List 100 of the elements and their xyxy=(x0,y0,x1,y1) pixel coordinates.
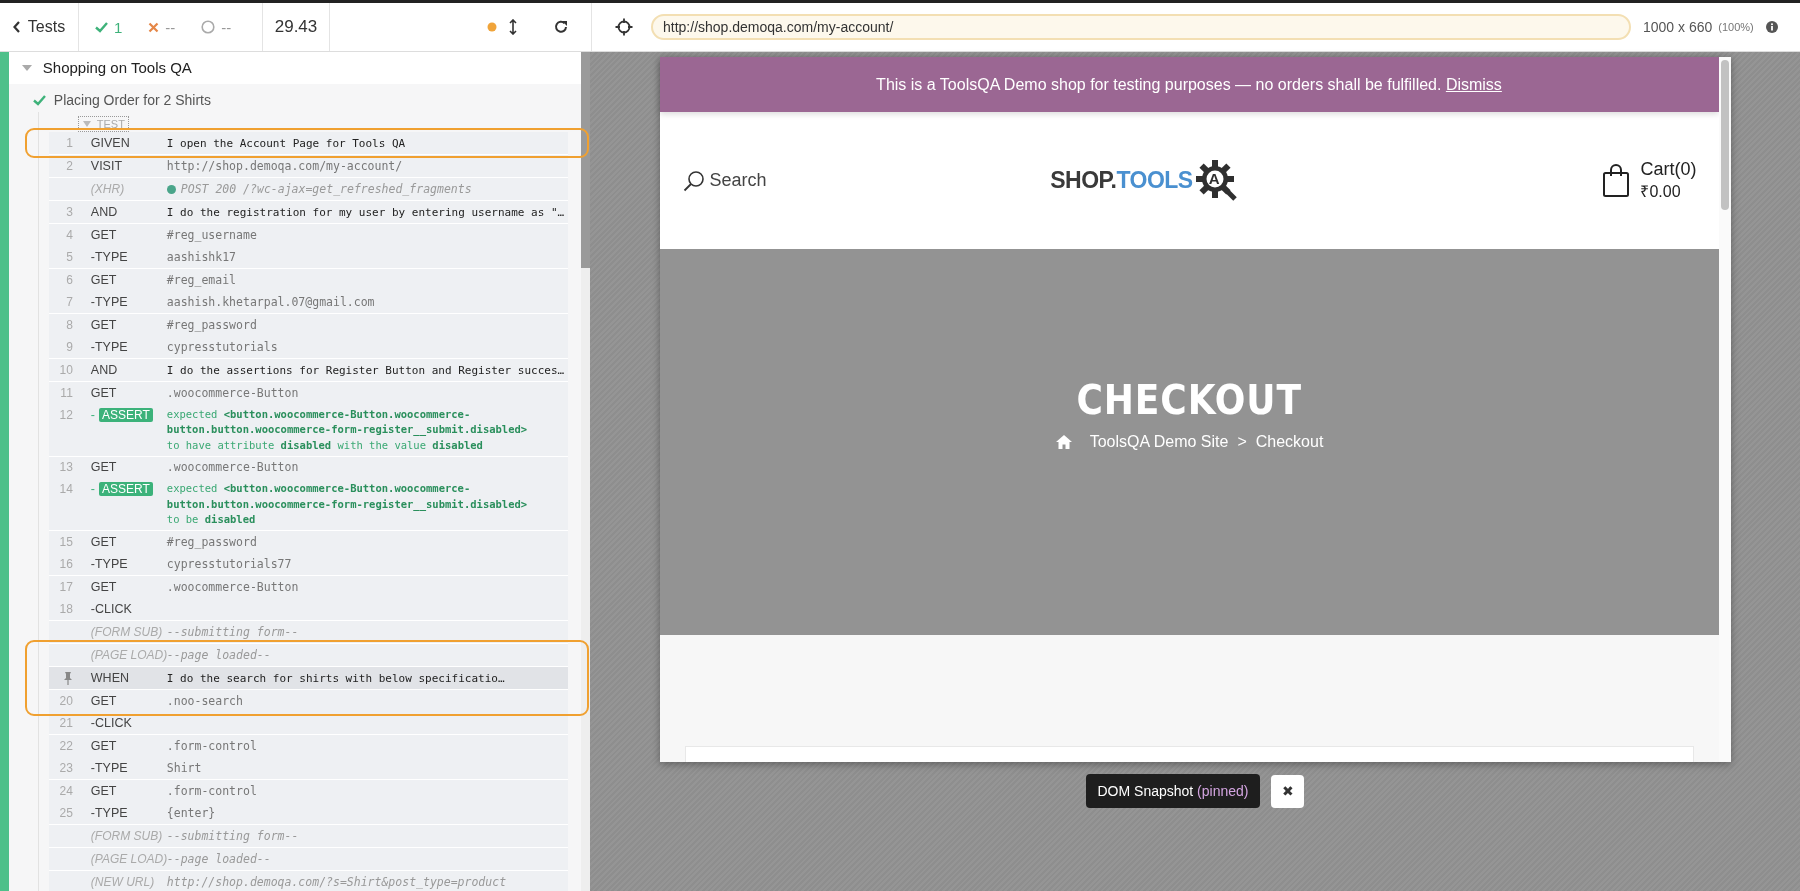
close-button[interactable]: ✖ xyxy=(1271,774,1305,808)
command-name: -TYPE xyxy=(90,760,128,775)
passed-count: 1 xyxy=(114,18,123,36)
line-number: 24 xyxy=(59,783,73,798)
dot-icon xyxy=(487,22,497,32)
command-message: expected <button.woocommerce-Button.woocommerce-button.button.woocommerce-form-register__submit.disabled> to have attribute disabled with the value disabled xyxy=(166,407,528,451)
command-message: .woocommerce-Button xyxy=(166,579,299,594)
crosshair-icon[interactable] xyxy=(615,18,633,36)
line-number: 11 xyxy=(60,385,73,400)
line-number: 10 xyxy=(59,362,73,377)
command-row[interactable]: 18 -CLICK xyxy=(48,598,569,620)
failed-count: -- xyxy=(165,18,176,36)
cart-total: ₹0.00 xyxy=(1640,182,1682,202)
command-row[interactable]: 11 GET .woocommerce-Button xyxy=(48,382,569,404)
command-name: (FORM SUB) xyxy=(90,828,163,843)
command-name: -TYPE xyxy=(90,805,128,820)
snapshot-label: DOM Snapshot (pinned) xyxy=(1085,774,1261,808)
command-row[interactable]: 9 -TYPE cypresstutorials xyxy=(48,336,569,358)
command-row[interactable]: 6 GET #reg_email xyxy=(48,269,569,291)
tests-link[interactable]: Tests xyxy=(12,18,66,36)
line-number: 5 xyxy=(66,249,73,264)
command-message: I do the assertions for Register Button and Register succes… xyxy=(166,363,565,377)
command-name: (PAGE LOAD) xyxy=(90,647,168,662)
command-message: http://shop.demoqa.com/my-account/ xyxy=(166,158,403,173)
command-name: (FORM SUB) xyxy=(90,624,163,639)
command-row[interactable]: 24 GET .form-control xyxy=(48,780,569,802)
command-row[interactable]: 16 -TYPE cypresstutorials77 xyxy=(48,553,569,575)
command-name: GET xyxy=(90,227,117,242)
command-message: #reg_username xyxy=(166,227,257,242)
command-row[interactable]: 20 GET .noo-search xyxy=(48,690,569,712)
command-row[interactable]: 5 -TYPE aashishk17 xyxy=(48,246,569,268)
line-number: 15 xyxy=(59,534,73,549)
command-name: VISIT xyxy=(90,158,123,173)
command-message: {enter} xyxy=(166,805,216,820)
cart-link[interactable]: Cart(0) ₹0.00 xyxy=(1496,159,1697,202)
command-row[interactable]: 17 GET .woocommerce-Button xyxy=(48,576,569,598)
dash-mark: - xyxy=(90,482,95,496)
breadcrumb-current: Checkout xyxy=(1255,433,1324,451)
command-row[interactable]: WHEN I do the search for shirts with below specificatio… xyxy=(48,667,569,689)
command-row[interactable]: 13 GET .woocommerce-Button xyxy=(48,456,569,479)
command-name: GET xyxy=(90,460,117,474)
command-row[interactable]: 3 AND I do the registration for my user by entering username as "… xyxy=(48,201,569,223)
command-name: WHEN xyxy=(90,670,129,685)
url-field[interactable]: http://shop.demoqa.com/my-account/ xyxy=(651,14,1631,40)
command-message: --submitting form-- xyxy=(166,828,299,843)
command-row[interactable]: 10 AND I do the assertions for Register Button and Register succes… xyxy=(48,359,569,381)
line-number: 25 xyxy=(59,805,73,820)
line-number: 20 xyxy=(59,693,73,708)
command-row[interactable]: 4 GET #reg_username xyxy=(48,224,569,246)
logo-text: SHOP. xyxy=(1050,167,1117,194)
command-name: -CLICK xyxy=(90,601,132,616)
line-number: 16 xyxy=(59,556,73,571)
command-message: .noo-search xyxy=(166,693,243,708)
command-message: aashishk17 xyxy=(166,249,237,264)
cross-icon xyxy=(148,21,160,33)
command-row[interactable]: 25 -TYPE {enter} xyxy=(48,802,569,824)
info-icon[interactable] xyxy=(1765,21,1778,33)
command-name: -TYPE xyxy=(90,294,128,309)
scrollbar-thumb[interactable] xyxy=(1720,60,1729,210)
command-name: GET xyxy=(90,693,117,708)
command-message: I do the registration for my user by entering username as "… xyxy=(166,205,565,219)
command-row[interactable]: 22 GET .form-control xyxy=(48,735,569,757)
reload-icon[interactable] xyxy=(553,19,569,35)
command-row[interactable]: 15 GET #reg_password xyxy=(48,531,569,553)
line-number: 12 xyxy=(59,407,73,422)
suite-title[interactable]: Shopping on Tools QA xyxy=(42,59,192,76)
command-name: GET xyxy=(90,534,117,549)
command-row[interactable]: 1 GIVEN I open the Account Page for Tools QA xyxy=(48,132,569,154)
command-row[interactable]: 7 -TYPE aashish.khetarpal.07@gmail.com xyxy=(48,291,569,313)
shopping-bag-icon xyxy=(1602,163,1631,198)
command-message: #reg_password xyxy=(166,534,257,549)
command-name: (NEW URL) xyxy=(90,874,155,889)
vertical-arrows-icon[interactable] xyxy=(509,19,517,35)
test-title[interactable]: Placing Order for 2 Shirts xyxy=(53,92,211,108)
line-number: 7 xyxy=(66,294,73,309)
line-number: 17 xyxy=(59,579,73,594)
command-row[interactable]: 21 -CLICK xyxy=(48,712,569,734)
command-message: cypresstutorials xyxy=(166,339,278,354)
command-row[interactable]: 14 - ASSERT expected <button.woocommerce-Button.woocommerce-button.button.woocommerce-form-register__submit.disabled> to be disabled xyxy=(48,478,569,530)
search-icon xyxy=(682,169,705,192)
home-icon[interactable] xyxy=(1054,434,1073,450)
command-row[interactable]: 23 -TYPE Shirt xyxy=(48,757,569,779)
dismiss-link[interactable]: Dismiss xyxy=(1445,75,1502,93)
command-row[interactable]: 8 GET #reg_password xyxy=(48,314,569,336)
cart-label: Cart(0) xyxy=(1640,159,1697,180)
search-link[interactable]: Search xyxy=(682,169,883,192)
command-message: .woocommerce-Button xyxy=(166,460,299,474)
command-row[interactable]: 12 - ASSERT expected <button.woocommerce-Button.woocommerce-button.button.woocommerce-form-register__submit.disabled> to have attribute disabled with the value disabled xyxy=(48,404,569,456)
viewport-scale: (100%) xyxy=(1718,21,1754,33)
assert-label: ASSERT xyxy=(99,482,153,496)
command-row[interactable]: 2 VISIT http://shop.demoqa.com/my-account/ xyxy=(48,155,569,177)
line-number: 13 xyxy=(59,460,73,474)
pin-icon xyxy=(62,671,73,686)
line-number: 6 xyxy=(66,272,73,287)
line-number: 23 xyxy=(59,760,73,775)
command-message: POST 200 /?wc-ajax=get_refreshed_fragments xyxy=(180,181,472,196)
command-message: .form-control xyxy=(166,783,257,798)
command-name: GET xyxy=(90,385,117,400)
chevron-left-icon xyxy=(12,21,21,33)
scrollbar-thumb[interactable] xyxy=(581,52,590,268)
